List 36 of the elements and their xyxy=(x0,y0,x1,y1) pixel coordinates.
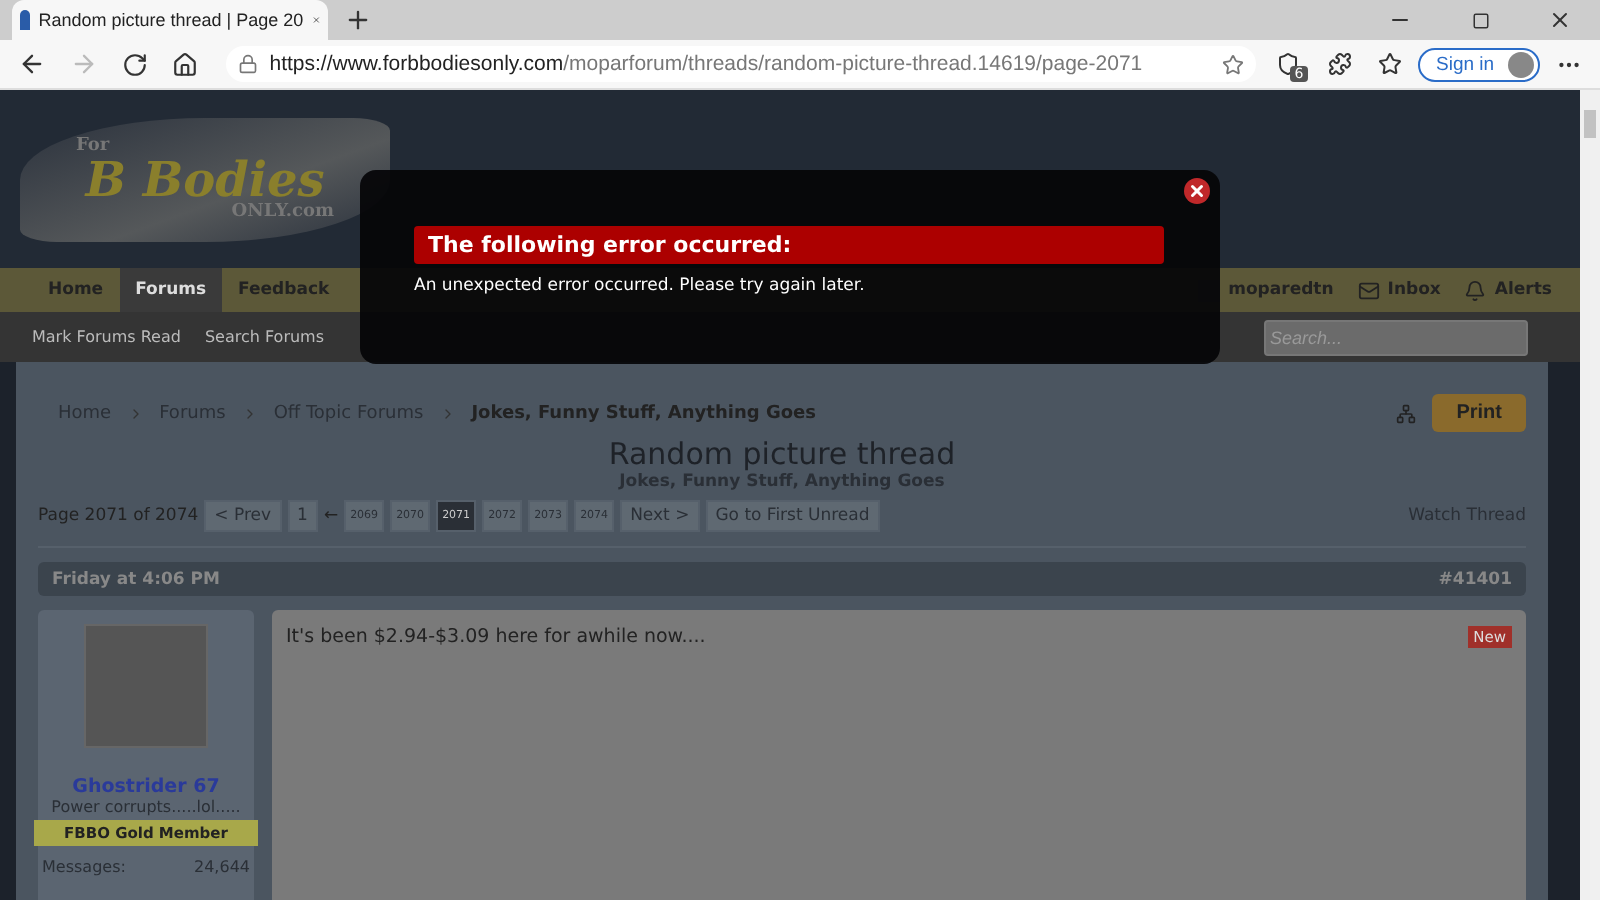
stat-value: 24,644 xyxy=(194,858,250,876)
avatar-photo-placeholder xyxy=(84,624,208,748)
error-title: The following error occurred: xyxy=(414,226,1164,264)
error-message: An unexpected error occurred. Please try again later. xyxy=(414,276,867,296)
nav-tab[interactable]: Feedback xyxy=(222,268,346,312)
site-logo: For B Bodies ONLY.com xyxy=(20,117,390,241)
sign-in-button[interactable]: Sign in xyxy=(1418,47,1541,81)
add-favorite-icon[interactable] xyxy=(1221,53,1244,75)
post-number[interactable]: #41401 xyxy=(1438,569,1512,589)
breadcrumb-link[interactable]: Jokes, Funny Stuff, Anything Goes xyxy=(471,403,816,423)
post-text: It's been $2.94-$3.09 here for awhile now.... xyxy=(286,626,706,648)
thread-title: Random picture thread xyxy=(608,436,956,472)
user-link[interactable]: Inbox xyxy=(1345,268,1453,312)
close-icon[interactable] xyxy=(1184,178,1210,204)
skip-arrow[interactable]: ← xyxy=(323,506,339,526)
sub-nav-link[interactable]: Mark Forums Read xyxy=(32,328,181,346)
sub-nav-link[interactable]: Search Forums xyxy=(204,328,325,346)
post-date: Friday at 4:06 PM xyxy=(52,569,220,589)
site-favicon-icon xyxy=(20,10,31,30)
bell-icon xyxy=(1464,279,1487,301)
lock-icon[interactable] xyxy=(237,54,258,74)
envelope-icon xyxy=(1357,279,1380,301)
page-button[interactable]: 1 xyxy=(287,500,318,532)
next-button[interactable]: Next > xyxy=(620,500,700,532)
prev-button[interactable]: < Prev xyxy=(204,500,282,532)
first-unread-button[interactable]: Go to First Unread xyxy=(705,500,880,532)
nav-tab[interactable]: Forums xyxy=(119,268,223,312)
nav-tab[interactable]: Home xyxy=(32,268,120,312)
print-button[interactable]: Print xyxy=(1432,394,1526,432)
scrollbar-thumb[interactable] xyxy=(1584,110,1596,138)
user-tagline: Power corrupts.....lol..... xyxy=(51,798,241,816)
user-link[interactable]: Alerts xyxy=(1452,268,1564,312)
address-field[interactable]: https://www.forbbodiesonly.com/moparforum/threads/random-picture-thread.14619/page-2071 xyxy=(225,46,1256,82)
stat-label: Messages: xyxy=(42,858,126,876)
browser-tab[interactable]: Random picture thread | Page 20 xyxy=(12,0,328,40)
page-count: Page 2071 of 2074 xyxy=(38,506,199,526)
